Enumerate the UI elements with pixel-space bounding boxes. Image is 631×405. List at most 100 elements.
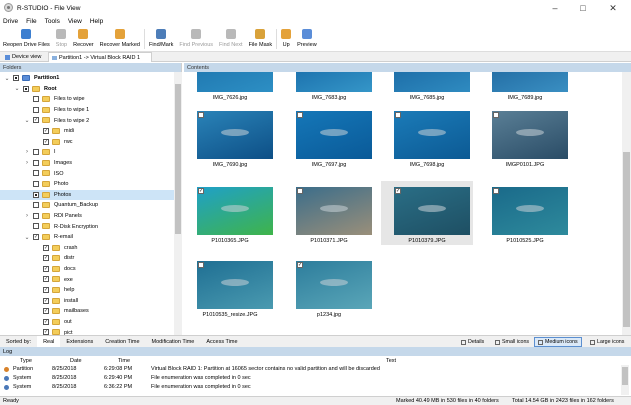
tree-checkbox[interactable]: ✓ <box>43 297 49 304</box>
menu-tools[interactable]: Tools <box>45 18 60 25</box>
sort-tab-modification-time[interactable]: Modification Time <box>146 336 201 348</box>
tree-item-photos[interactable]: Photos <box>0 189 174 201</box>
tree-checkbox[interactable] <box>33 96 39 103</box>
sort-tab-access-time[interactable]: Access Time <box>200 336 243 348</box>
tree-checkbox[interactable]: ✓ <box>43 265 49 272</box>
tree-item-rdi-panels[interactable]: › RDI Panels <box>0 211 174 222</box>
col-date[interactable]: Date <box>70 358 82 364</box>
tree-item-partition1[interactable]: ⌄ Partition1 <box>0 73 174 84</box>
thumbnail-checkbox[interactable] <box>297 188 303 194</box>
thumbnail-checkbox[interactable] <box>198 112 204 118</box>
thumbnail-item[interactable]: IMG_7689.jpg <box>479 72 571 102</box>
tree-item-mailbases[interactable]: ✓ mailbases <box>0 306 174 317</box>
tree-checkbox[interactable] <box>33 159 39 166</box>
thumbnail-item[interactable]: IMG_7697.jpg <box>283 105 375 169</box>
col-time[interactable]: Time <box>118 358 130 364</box>
sort-tab-extensions[interactable]: Extensions <box>60 336 99 348</box>
close-button[interactable]: ✕ <box>600 0 626 16</box>
view-medium-icons-button[interactable]: Medium icons <box>534 337 582 347</box>
thumbnail-checkbox[interactable] <box>297 112 303 118</box>
expand-icon[interactable]: › <box>24 213 30 219</box>
log-scroll-thumb[interactable] <box>622 367 628 385</box>
thumbnail-item[interactable]: P1010371.JPG <box>283 181 375 245</box>
thumbnail-checkbox[interactable]: ✓ <box>297 262 303 268</box>
tree-item-midi[interactable]: ✓ midi <box>0 126 174 137</box>
tree-item-files-to-wipe-2[interactable]: ⌄ ✓ Files to wipe 2 <box>0 115 174 126</box>
tree-checkbox[interactable]: ✓ <box>43 244 49 251</box>
thumbnail-item[interactable]: ✓ p1234.jpg <box>283 255 375 319</box>
collapse-icon[interactable]: ⌄ <box>24 234 30 241</box>
thumbnail-checkbox[interactable]: ✓ <box>198 188 204 194</box>
tree-checkbox[interactable]: ✓ <box>43 308 49 315</box>
thumbnail-checkbox[interactable] <box>493 112 499 118</box>
tab-partition-view[interactable]: Partition1 -> Virtual Block RAID 1 <box>48 52 152 62</box>
log-scrollbar[interactable] <box>621 365 629 395</box>
thumbnail-checkbox[interactable] <box>493 188 499 194</box>
menu-help[interactable]: Help <box>90 18 103 25</box>
find-next-button[interactable]: Find Next <box>216 27 246 52</box>
col-text[interactable]: Text <box>386 358 396 364</box>
menu-view[interactable]: View <box>68 18 82 25</box>
file-mask-button[interactable]: File Mask <box>246 27 276 52</box>
thumbnail-checkbox[interactable] <box>198 262 204 268</box>
tree-item-r-disk-encryption[interactable]: R-Disk Encryption <box>0 221 174 232</box>
find-previous-button[interactable]: Find Previous <box>176 27 216 52</box>
thumbnail-item[interactable]: IMG_7683.jpg <box>283 72 375 102</box>
tree-checkbox[interactable] <box>33 212 39 219</box>
tree-item-photo[interactable]: Photo <box>0 179 174 190</box>
tree-checkbox[interactable]: ✓ <box>33 117 39 124</box>
thumbnail-item[interactable]: ✓ P1010365.JPG <box>184 181 276 245</box>
collapse-icon[interactable]: ⌄ <box>24 117 30 124</box>
find-mark-button[interactable]: Find/Mark <box>146 27 176 52</box>
tree-item-quantum-backup[interactable]: Quantum_Backup <box>0 200 174 211</box>
tree-item-out[interactable]: ✓ out <box>0 317 174 328</box>
tree-checkbox[interactable] <box>33 191 39 198</box>
tree-item-files-to-wipe[interactable]: Files to wipe <box>0 94 174 105</box>
log-row[interactable]: System 8/25/2018 6:36:22 PM File enumeratio… <box>0 383 620 392</box>
thumbnail-item[interactable]: IMG_7690.jpg <box>184 105 276 169</box>
folders-scrollbar[interactable] <box>174 72 182 335</box>
contents-scroll-thumb[interactable] <box>623 152 630 327</box>
tree-item-crash[interactable]: ✓ crash <box>0 243 174 254</box>
tree-item-distr[interactable]: ✓ distr <box>0 253 174 264</box>
tree-checkbox[interactable]: ✓ <box>43 128 49 134</box>
view-details-button[interactable]: Details <box>457 337 488 347</box>
menu-drive[interactable]: Drive <box>3 18 18 25</box>
tree-item-root[interactable]: ⌄ Root <box>0 84 174 95</box>
tree-item-r-email[interactable]: ⌄ ✓ R-email <box>0 232 174 243</box>
tree-checkbox[interactable]: ✓ <box>43 287 49 293</box>
thumbnail-item[interactable]: P1010535_resize.JPG <box>184 255 276 319</box>
tree-checkbox[interactable] <box>13 75 19 81</box>
sort-tab-real[interactable]: Real <box>37 335 61 348</box>
recover-button[interactable]: Recover <box>70 27 96 52</box>
thumbnail-item[interactable]: IMGP0101.JPG <box>479 105 571 169</box>
thumbnail-item[interactable]: P1010525.JPG <box>479 181 571 245</box>
expand-icon[interactable]: › <box>24 149 30 155</box>
tree-checkbox[interactable] <box>23 85 29 92</box>
collapse-icon[interactable]: ⌄ <box>4 75 10 82</box>
thumbnail-item[interactable]: IMG_7698.jpg <box>381 105 473 169</box>
tab-device-view[interactable]: Device view <box>2 52 46 62</box>
tree-checkbox[interactable]: ✓ <box>43 276 49 283</box>
log-row[interactable]: System 8/25/2018 6:29:40 PM File enumeratio… <box>0 374 620 383</box>
thumbnail-item[interactable]: IMG_7626.jpg <box>184 72 276 102</box>
reopen-drive-files-button[interactable]: Reopen Drive Files <box>0 27 53 52</box>
thumbnail-item[interactable]: IMG_7685.jpg <box>381 72 473 102</box>
tree-checkbox[interactable]: ✓ <box>43 138 49 145</box>
folders-scroll-thumb[interactable] <box>175 84 181 234</box>
tree-checkbox[interactable] <box>33 106 39 113</box>
tree-item-install[interactable]: ✓ install <box>0 296 174 307</box>
tree-item-i[interactable]: › I <box>0 147 174 158</box>
up-button[interactable]: Up <box>278 27 294 52</box>
menu-file[interactable]: File <box>26 18 36 25</box>
preview-button[interactable]: Preview <box>294 27 320 52</box>
thumbnail-checkbox[interactable] <box>395 112 401 118</box>
tree-item-files-to-wipe-1[interactable]: Files to wipe 1 <box>0 105 174 116</box>
col-type[interactable]: Type <box>20 358 32 364</box>
log-row[interactable]: Partition 8/25/2018 6:29:08 PM Virtual Bloc… <box>0 365 620 374</box>
stop-button[interactable]: Stop <box>53 27 70 52</box>
view-large-icons-button[interactable]: Large icons <box>586 337 628 347</box>
recover-marked-button[interactable]: Recover Marked <box>97 27 143 52</box>
tree-checkbox[interactable] <box>33 223 39 230</box>
tree-item-pict[interactable]: ✓ pict <box>0 327 174 335</box>
